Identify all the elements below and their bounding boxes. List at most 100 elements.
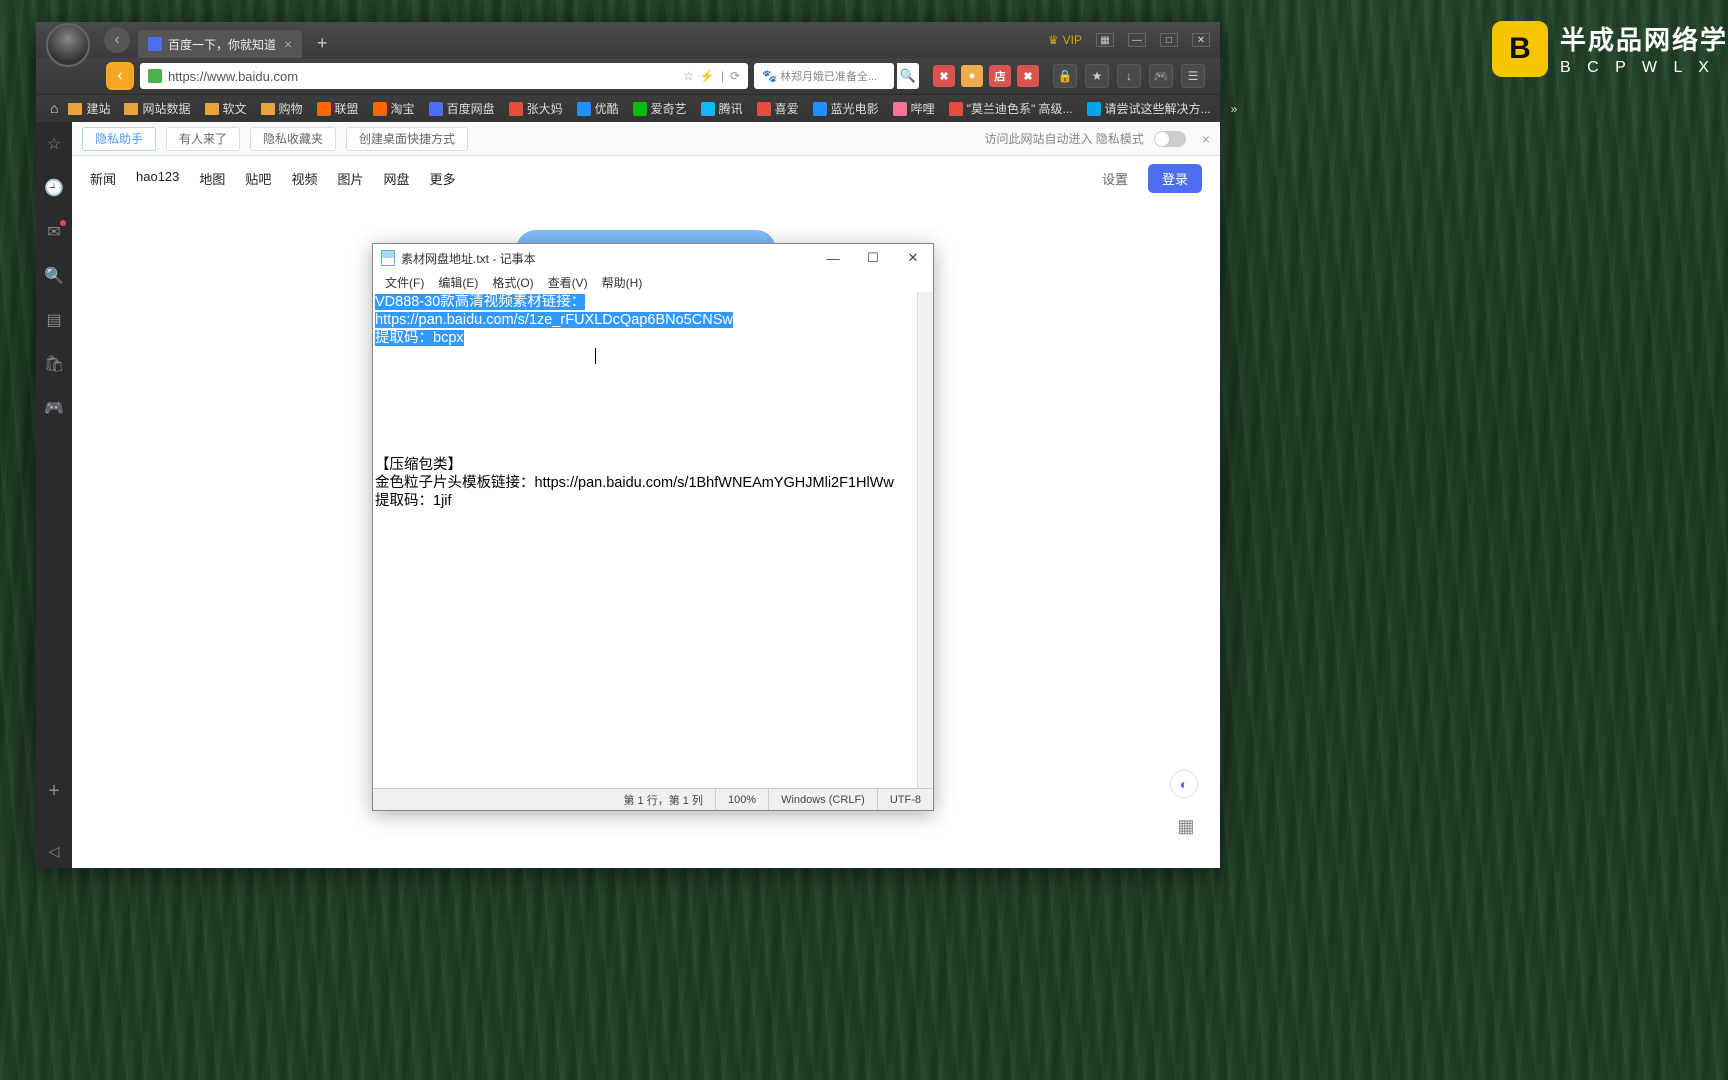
nav-link[interactable]: hao123 [136,169,179,188]
tab-title: 百度一下，你就知道 [168,36,276,53]
site-icon [317,102,331,116]
watermark-title: 半成品网络学 [1560,20,1728,57]
favorites-icon[interactable]: ☆ [44,134,64,154]
nav-link[interactable]: 视频 [291,169,317,188]
lock-button[interactable]: 🔒 [1053,64,1077,88]
nav-link[interactable]: 更多 [429,169,455,188]
scrollbar[interactable] [917,292,933,788]
news-icon[interactable]: ▤ [44,310,64,330]
new-tab-button[interactable]: + [310,31,334,55]
bookmark-item[interactable]: 爱奇艺 [633,100,687,117]
assistant-icon[interactable]: ◐ [1170,770,1198,798]
text-line: 提取码：1jif [375,492,931,510]
extension-icon[interactable]: ✖ [1017,65,1039,87]
baidu-nav: 新闻 hao123 地图 贴吧 视频 图片 网盘 更多 设置 登录 [72,156,1220,200]
notepad-textarea[interactable]: VD888-30款高清视频素材链接：https://pan.baidu.com/… [373,292,933,788]
qrcode-icon[interactable]: ▦ [1174,814,1198,838]
notepad-minimize-button[interactable]: — [813,244,853,272]
star-icon[interactable]: ☆ [683,69,694,83]
create-shortcut-button[interactable]: 创建桌面快捷方式 [346,127,468,151]
notepad-close-button[interactable]: ✕ [893,244,933,272]
menu-item[interactable]: 编辑(E) [432,272,484,293]
bookmark-item[interactable]: 淘宝 [373,100,415,117]
search-input[interactable]: 🐾 林郑月娥已准备全... [754,63,894,89]
bookmark-item[interactable]: 蓝光电影 [813,100,879,117]
bookmark-item[interactable]: 购物 [261,100,303,117]
menu-item[interactable]: 格式(O) [486,272,539,293]
bookmark-item[interactable]: 建站 [68,100,110,117]
bookmark-item[interactable]: 喜爱 [757,100,799,117]
extension-icon[interactable]: ✖ [933,65,955,87]
bookmark-item[interactable]: 百度网盘 [429,100,495,117]
history-back-icon[interactable]: ‹ [104,27,130,53]
notepad-menubar: 文件(F)编辑(E)格式(O)查看(V)帮助(H) [373,272,933,292]
nav-link[interactable]: 地图 [199,169,225,188]
folder-icon [205,103,219,115]
status-zoom: 100% [715,789,768,810]
menu-item[interactable]: 文件(F) [379,272,430,293]
mail-icon[interactable]: ✉ [44,222,64,242]
extension-icon[interactable]: 店 [989,65,1011,87]
close-button[interactable]: ✕ [1192,33,1210,47]
bookmark-item[interactable]: 哔哩 [893,100,935,117]
menu-item[interactable]: 查看(V) [542,272,594,293]
privacy-helper-button[interactable]: 隐私助手 [82,127,156,151]
collapse-sidebar-icon[interactable]: ◁ [49,843,60,860]
notepad-titlebar[interactable]: 素材网盘地址.txt - 记事本 — ☐ ✕ [373,244,933,272]
bookmark-item[interactable]: 联盟 [317,100,359,117]
bookmark-item[interactable]: 腾讯 [701,100,743,117]
search-button[interactable]: 🔍 [897,63,919,89]
home-icon[interactable]: ⌂ [50,100,58,118]
refresh-icon[interactable]: ⟳ [730,69,740,83]
visitors-button[interactable]: 有人来了 [166,127,240,151]
nav-link[interactable]: 新闻 [90,169,116,188]
url-input[interactable]: https://www.baidu.com ☆⚡|⟳ [140,63,748,89]
privacy-toggle[interactable] [1154,131,1186,147]
bookmark-item[interactable]: "莫兰迪色系" 高级... [949,100,1073,117]
extension-icon[interactable]: ● [961,65,983,87]
shopping-icon[interactable]: 🛍 [44,354,64,374]
notepad-maximize-button[interactable]: ☐ [853,244,893,272]
text-cursor [595,348,596,364]
download-button[interactable]: ↓ [1117,64,1141,88]
nav-back-button[interactable]: ‹ [106,62,134,90]
tab-close-icon[interactable]: × [284,36,292,52]
login-button[interactable]: 登录 [1148,164,1202,193]
skin-button[interactable]: ▦ [1096,33,1114,47]
text-line: 金色粒子片头模板链接：https://pan.baidu.com/s/1BhfW… [375,474,931,492]
site-icon [701,102,715,116]
search-icon[interactable]: 🔍 [44,266,64,286]
settings-link[interactable]: 设置 [1102,169,1128,188]
notice-close-icon[interactable]: × [1202,131,1210,147]
vip-badge[interactable]: ♛ VIP [1048,33,1082,47]
add-sidebar-button[interactable]: + [48,780,60,803]
bookmark-item[interactable]: 请尝试这些解决方... [1087,100,1211,117]
status-eol: Windows (CRLF) [768,789,877,810]
bookmark-item[interactable]: 网站数据 [124,100,190,117]
history-icon[interactable]: 🕘 [44,178,64,198]
user-avatar[interactable] [46,23,90,67]
menu-button[interactable]: ☰ [1181,64,1205,88]
private-favorites-button[interactable]: 隐私收藏夹 [250,127,336,151]
bookmarks-overflow-icon[interactable]: » [1231,102,1238,116]
browser-titlebar[interactable]: ‹ 百度一下，你就知道 × + ♛ VIP ▦ — □ ✕ [36,22,1220,58]
lock-icon [148,69,162,83]
menu-item[interactable]: 帮助(H) [596,272,649,293]
bookmark-item[interactable]: 张大妈 [509,100,563,117]
browser-tab[interactable]: 百度一下，你就知道 × [138,30,302,58]
nav-link[interactable]: 网盘 [383,169,409,188]
bookmark-item[interactable]: 软文 [205,100,247,117]
maximize-button[interactable]: □ [1160,33,1178,47]
notice-bar: 隐私助手 有人来了 隐私收藏夹 创建桌面快捷方式 访问此网站自动进入 隐私模式 … [72,122,1220,156]
bookmark-item[interactable]: 优酷 [577,100,619,117]
game-button[interactable]: 🎮 [1149,64,1173,88]
extension-icons: ✖ ● 店 ✖ [933,65,1039,87]
game-icon[interactable]: 🎮 [44,398,64,418]
flash-icon[interactable]: ⚡ [700,69,715,83]
search-placeholder: 林郑月娥已准备全... [780,68,877,84]
nav-link[interactable]: 贴吧 [245,169,271,188]
star-button[interactable]: ★ [1085,64,1109,88]
nav-link[interactable]: 图片 [337,169,363,188]
minimize-button[interactable]: — [1128,33,1146,47]
site-icon [893,102,907,116]
